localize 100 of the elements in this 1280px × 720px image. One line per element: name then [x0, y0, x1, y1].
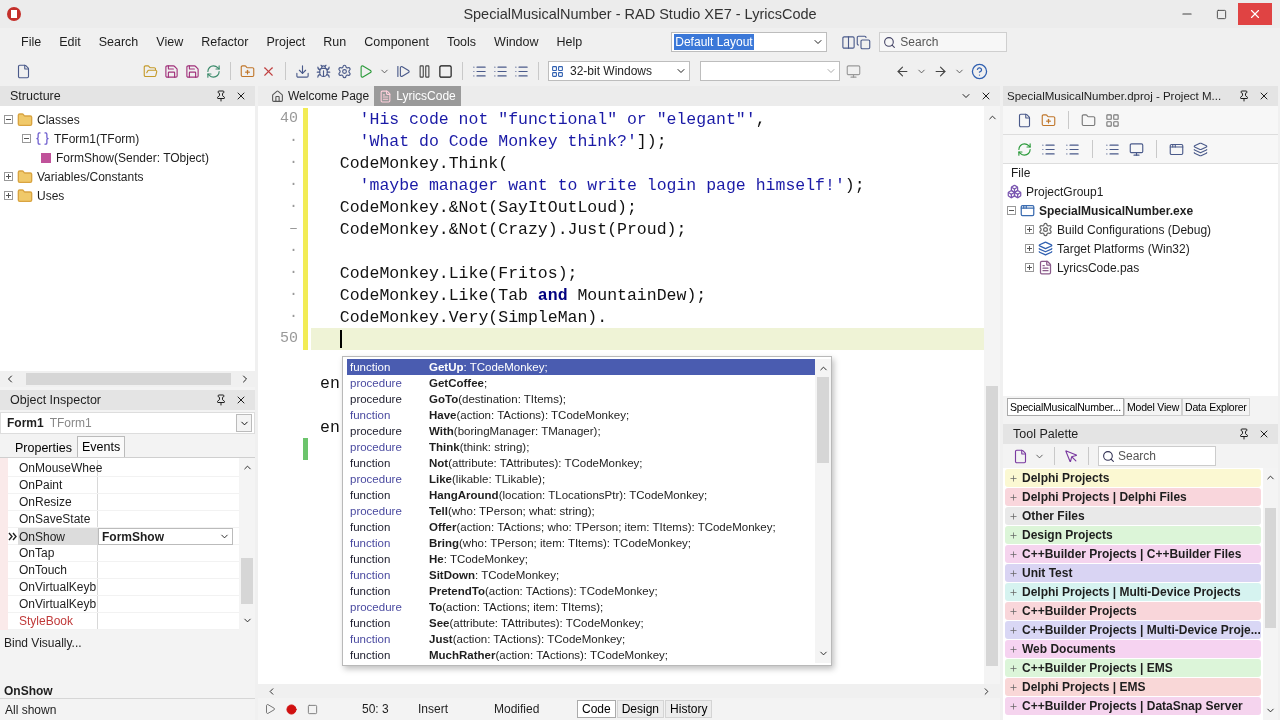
expand-icon[interactable] [1025, 244, 1034, 253]
collapse-icon[interactable] [22, 134, 31, 143]
grid-icon[interactable] [1105, 112, 1120, 128]
tab[interactable]: Events [77, 436, 126, 457]
bug-icon[interactable] [316, 63, 331, 79]
event-name[interactable]: OnVirtualKeyb [18, 596, 98, 612]
refresh-icon[interactable] [1017, 141, 1032, 157]
vertical-scrollbar[interactable] [984, 106, 1000, 684]
scroll-thumb[interactable] [241, 558, 253, 604]
completion-item[interactable]: procedure Tell(who: TPerson; what: string); [347, 503, 815, 519]
pin-icon[interactable] [215, 394, 227, 406]
palette-category[interactable]: C++Builder Projects [1005, 602, 1261, 620]
collapse-icon[interactable] [4, 115, 13, 124]
palette-category[interactable]: Other Files [1005, 507, 1261, 525]
layout-dropdown[interactable]: Default Layout [671, 32, 828, 52]
palette-category[interactable]: Delphi Projects [1005, 469, 1261, 487]
collapse-icon[interactable] [1007, 206, 1016, 215]
completion-item[interactable]: function HangAround(location: TLocationsPtr): TCodeMonkey; [347, 487, 815, 503]
tree-item[interactable]: TForm1(TForm) [54, 131, 140, 146]
settings-icon[interactable] [337, 63, 352, 79]
panel-tab[interactable]: Model View [1123, 398, 1183, 416]
tree-item[interactable]: Target Platforms (Win32) [1057, 241, 1190, 256]
save-icon[interactable] [164, 63, 179, 79]
expand-icon[interactable] [1025, 225, 1034, 234]
menu-item[interactable]: Help [547, 35, 592, 49]
save-all-icon[interactable] [185, 63, 200, 79]
event-name[interactable]: StyleBook [18, 613, 98, 629]
pin-icon[interactable] [215, 90, 227, 102]
expand-icon[interactable] [4, 191, 13, 200]
palette-category[interactable]: Delphi Projects | EMS [1005, 678, 1261, 696]
close-icon[interactable] [1258, 428, 1270, 440]
scroll-thumb[interactable] [1264, 508, 1276, 628]
completion-item[interactable]: procedure To(action: TActions; item: TItems); [347, 599, 815, 615]
completion-item[interactable]: function Have(action: TActions): TCodeMonkey; [347, 407, 815, 423]
list-icon[interactable] [1105, 141, 1120, 157]
completion-item[interactable]: function PretendTo(action: TActions): TCodeMonkey; [347, 583, 815, 599]
panel-tab[interactable]: Data Explorer [1182, 398, 1250, 416]
pin-icon[interactable] [1238, 90, 1250, 102]
new-item-icon[interactable] [1017, 112, 1032, 128]
play-icon[interactable] [264, 703, 276, 715]
completion-item[interactable]: procedure Think(think: string); [347, 439, 815, 455]
event-name[interactable]: OnTouch [18, 562, 98, 578]
palette-category[interactable]: Delphi Projects | Delphi Files [1005, 488, 1261, 506]
palette-category[interactable]: Web Documents [1005, 640, 1261, 658]
pointer-icon[interactable] [1064, 448, 1079, 464]
completion-item[interactable]: function Offer(action: TActions; who: TPerson; item: TItems): TCodeMonkey; [347, 519, 815, 535]
list-icon[interactable] [472, 63, 487, 79]
back-icon[interactable] [895, 63, 910, 79]
editor-tab[interactable]: Welcome Page [266, 86, 375, 106]
completion-item[interactable]: function Just(action: TActions): TCodeMonkey; [347, 631, 815, 647]
completion-item[interactable]: function He: TCodeMonkey; [347, 551, 815, 567]
tree-item[interactable]: Uses [37, 188, 65, 203]
completion-item[interactable]: function SitDown: TCodeMonkey; [347, 567, 815, 583]
object-selector[interactable]: Form1 TForm1 [0, 412, 255, 434]
expand-icon[interactable] [1025, 263, 1034, 272]
stop-icon[interactable] [438, 63, 453, 79]
vertical-scrollbar[interactable] [815, 359, 831, 663]
event-name[interactable]: OnSaveState [18, 511, 98, 527]
record-icon[interactable] [286, 703, 297, 715]
palette-category[interactable]: C++Builder Projects | C++Builder Files [1005, 545, 1261, 563]
completion-item[interactable]: procedure GoTo(destination: TItems); [347, 391, 815, 407]
close-icon[interactable] [235, 90, 247, 102]
list-icon[interactable] [493, 63, 508, 79]
window-icon[interactable] [1169, 141, 1184, 157]
tab[interactable]: Properties [10, 438, 77, 457]
event-name[interactable]: OnPaint [18, 477, 98, 493]
list-icon[interactable] [514, 63, 529, 79]
tree-item[interactable]: Variables/Constants [37, 169, 144, 184]
bind-visually-link[interactable]: Bind Visually... [0, 630, 255, 656]
view-tab[interactable]: Code [577, 700, 616, 718]
layers-icon[interactable] [1193, 141, 1208, 157]
device-icon[interactable] [1129, 141, 1144, 157]
add-folder-icon[interactable] [240, 63, 255, 79]
completion-item[interactable]: function See(attribute: TAttributes): TCodeMonkey; [347, 615, 815, 631]
menu-item[interactable]: Edit [50, 35, 90, 49]
menu-item[interactable]: File [12, 35, 51, 49]
search-field[interactable]: Search [879, 32, 1008, 52]
close-icon[interactable] [1258, 90, 1270, 102]
palette-category[interactable]: C++Builder Projects | Multi-Device Proje... [1005, 621, 1261, 639]
vertical-scrollbar[interactable] [1262, 468, 1278, 720]
menu-item[interactable]: Tools [437, 35, 486, 49]
layout-icon[interactable] [841, 34, 857, 50]
palette-category[interactable]: Design Projects [1005, 526, 1261, 544]
step-icon[interactable] [396, 63, 411, 79]
close-button[interactable] [1238, 3, 1272, 25]
run-icon[interactable] [358, 63, 373, 79]
completion-item[interactable]: procedure GetCoffee; [347, 375, 815, 391]
download-icon[interactable] [295, 63, 310, 79]
layout-icon[interactable] [856, 34, 872, 50]
event-name[interactable]: OnVirtualKeyb [18, 579, 98, 595]
menu-item[interactable]: View [147, 35, 193, 49]
palette-category[interactable]: Delphi Projects | Multi-Device Projects [1005, 583, 1261, 601]
completion-item[interactable]: function GetUp: TCodeMonkey; [347, 359, 815, 375]
forward-icon[interactable] [933, 63, 948, 79]
folder-icon[interactable] [1081, 112, 1096, 128]
completion-item[interactable]: procedure Like(likable: TLikable); [347, 471, 815, 487]
list-icon[interactable] [1041, 141, 1056, 157]
tree-item[interactable]: FormShow(Sender: TObject) [56, 150, 209, 165]
help-icon[interactable] [971, 62, 988, 80]
menu-item[interactable]: Search [89, 35, 148, 49]
